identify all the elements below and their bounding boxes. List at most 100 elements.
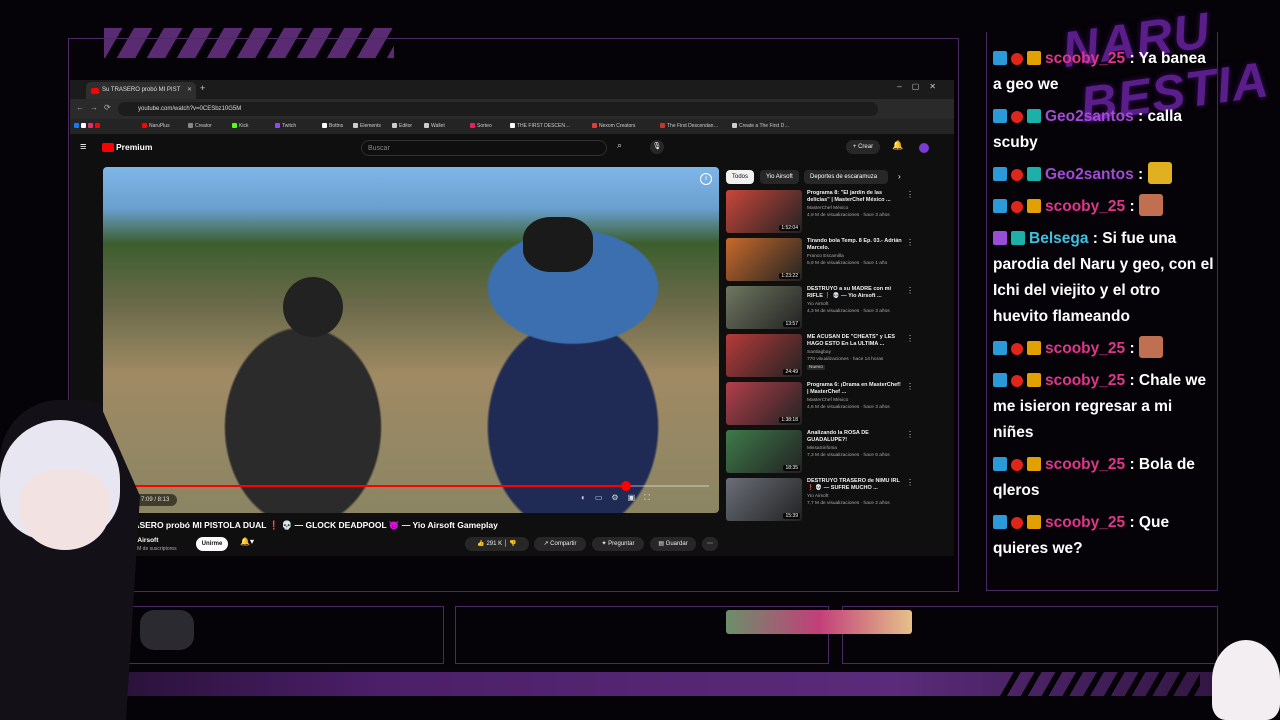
chat-username[interactable]: scooby_25 xyxy=(1045,514,1125,531)
recommended-meta: 4,3 M de visualizaciones · hace 3 años xyxy=(807,309,890,314)
chat-message: Belsega : Si fue una parodia del Naru y … xyxy=(993,230,1214,325)
bookmark-item[interactable]: Kick xyxy=(232,123,248,129)
gold-badge-icon xyxy=(1027,51,1041,65)
chip-skirmish[interactable]: Deportes de escaramuza xyxy=(804,170,888,184)
bookmark-item[interactable]: Create a The First D… xyxy=(732,123,789,129)
chat-username[interactable]: scooby_25 xyxy=(1045,340,1125,357)
chat-username[interactable]: Geo2santos xyxy=(1045,166,1134,183)
recommended-video[interactable]: 18:35 Analizando la ROSA DE GUADALUPE?! Mi… xyxy=(726,430,916,478)
recommended-meta: 7,3 M de visualizaciones · hace 6 años xyxy=(807,453,890,458)
recommended-title: DESTRUYO a su MADRE con mi RIFLE ❗ 💀 — Y… xyxy=(807,286,892,299)
chevron-right-icon[interactable]: › xyxy=(898,172,901,181)
bookmark-item[interactable]: Editor xyxy=(392,123,412,129)
recommended-title: Tirando bola Temp. 8 Ep. 03.- Adrián Mar… xyxy=(807,238,902,251)
video-player[interactable]: i ▶ 7:09 / 8:13 ◐▭⚙▣⛶ xyxy=(103,167,719,513)
chat-username[interactable]: scooby_25 xyxy=(1045,50,1125,67)
share-button[interactable]: ↗ Compartir xyxy=(534,537,586,551)
recommended-video[interactable]: 1:38:18 Programa 6: ¡Drama en MasterChef!… xyxy=(726,382,916,430)
nav-arrows-icon[interactable]: ←→⟳ xyxy=(76,103,117,112)
avatar[interactable] xyxy=(919,143,929,153)
player-controls-icons[interactable]: ◐▭⚙▣⛶ xyxy=(581,493,659,503)
recommended-video[interactable]: 13:57 DESTRUYO a su MADRE con mi RIFLE ❗ … xyxy=(726,286,916,334)
bookmark-item[interactable]: Wallet xyxy=(424,123,445,129)
recommended-video[interactable]: 24:49 ME ACUSAN DE "CHEATS" y LES HAGO ES… xyxy=(726,334,916,382)
gold-badge-icon xyxy=(1027,341,1041,355)
bookmark-item[interactable]: Elements xyxy=(353,123,381,129)
recommended-meta: 770 visualizaciones · hace 14 horas xyxy=(807,357,884,362)
bookmark-item[interactable]: The First Descendan… xyxy=(660,123,718,129)
chat-message: scooby_25 : xyxy=(993,194,1215,220)
video-thumbnail[interactable]: 1:23:22 xyxy=(726,238,802,281)
recommended-channel: MasterChef México xyxy=(807,206,849,211)
notifications-bell-icon[interactable]: 🔔 xyxy=(892,140,903,151)
more-options-icon[interactable]: ⋮ xyxy=(906,382,914,391)
create-button[interactable]: + Crear xyxy=(846,140,880,154)
blue-badge-icon xyxy=(993,515,1007,529)
chat-username[interactable]: scooby_25 xyxy=(1045,372,1125,389)
video-duration: 1:52:04 xyxy=(779,225,800,231)
subscribe-bell-icon[interactable]: 🔔▾ xyxy=(240,537,254,546)
video-thumbnail[interactable]: 15:39 xyxy=(726,478,802,521)
player-helmet-left xyxy=(283,277,343,337)
search-icon[interactable]: ⌕ xyxy=(617,140,622,151)
recommended-channel: Yio Airsoft xyxy=(807,494,829,499)
more-options-icon[interactable]: ⋮ xyxy=(906,190,914,199)
video-thumbnail[interactable]: 18:35 xyxy=(726,430,802,473)
shorts-thumbnails[interactable] xyxy=(726,610,912,634)
new-tab-icon[interactable]: + xyxy=(200,83,205,93)
recommended-title: ME ACUSAN DE "CHEATS" y LES HAGO ESTO En… xyxy=(807,334,896,347)
more-options-icon[interactable]: ⋮ xyxy=(906,478,914,487)
video-thumbnail[interactable]: 24:49 xyxy=(726,334,802,377)
bookmark-item[interactable]: NaruPlus xyxy=(142,123,170,129)
window-controls[interactable]: –▢✕ xyxy=(897,82,946,91)
bookmark-item[interactable]: Creator xyxy=(188,123,212,129)
recommended-title: DESTRUYO TRASERO de NIMU IRL ❗ 💀 — SUFRE… xyxy=(807,478,900,491)
ask-button[interactable]: ✦ Preguntar xyxy=(592,537,644,551)
more-options-icon[interactable]: ⋮ xyxy=(906,334,914,343)
chat-username[interactable]: scooby_25 xyxy=(1045,456,1125,473)
recommended-meta: 4,6 M de visualizaciones · hace 3 años xyxy=(807,405,890,410)
microphone-icon[interactable]: 🎙 xyxy=(650,140,664,154)
more-options-icon[interactable]: ⋮ xyxy=(906,238,914,247)
bookmark-item[interactable]: Nexom Creators xyxy=(592,123,635,129)
progress-bar[interactable] xyxy=(113,481,709,491)
menu-icon[interactable]: ≡ xyxy=(80,141,86,153)
video-thumbnail[interactable]: 13:57 xyxy=(726,286,802,329)
video-thumbnail[interactable]: 1:52:04 xyxy=(726,190,802,233)
like-button[interactable]: 👍 291 K │ 👎 xyxy=(465,537,529,551)
tab-title: Su TRASERO probó MI PIST xyxy=(102,87,181,93)
mascot-image xyxy=(1212,640,1280,720)
youtube-logo-icon[interactable] xyxy=(102,143,114,152)
chat-username[interactable]: Geo2santos xyxy=(1045,108,1134,125)
youtube-premium-logo[interactable]: Premium xyxy=(116,142,152,152)
search-input[interactable]: Buscar xyxy=(361,140,607,156)
url-text: youtube.com/watch?v=0CESbz10G5M xyxy=(138,106,242,112)
save-button[interactable]: ▤ Guardar xyxy=(650,537,696,551)
browser-tab[interactable]: Su TRASERO probó MI PIST ✕ xyxy=(86,82,196,99)
more-options-icon[interactable]: ⋮ xyxy=(906,430,914,439)
chip-channel[interactable]: Yio Airsoft xyxy=(760,170,799,184)
bookmark-item[interactable]: Bottns xyxy=(322,123,343,129)
recommended-video[interactable]: 15:39 DESTRUYO TRASERO de NIMU IRL ❗ 💀 — … xyxy=(726,478,916,526)
bookmark-item[interactable]: Sorteo xyxy=(470,123,492,129)
chat-username[interactable]: scooby_25 xyxy=(1045,198,1125,215)
bookmark-icons[interactable] xyxy=(74,123,102,129)
chat-message: scooby_25 : Bola de qleros xyxy=(993,456,1195,499)
close-tab-icon[interactable]: ✕ xyxy=(187,82,192,99)
bookmark-item[interactable]: THE FIRST DESCEN… xyxy=(510,123,570,129)
more-actions-icon[interactable]: ⋯ xyxy=(702,537,718,551)
info-icon[interactable]: i xyxy=(700,173,712,185)
recommended-video[interactable]: 1:23:22 Tirando bola Temp. 8 Ep. 03.- Adr… xyxy=(726,238,916,286)
cyan-badge-icon xyxy=(1027,109,1041,123)
new-badge: Nuevo xyxy=(807,365,825,370)
url-field[interactable]: youtube.com/watch?v=0CESbz10G5M xyxy=(118,102,878,116)
join-button[interactable]: Unirme xyxy=(196,537,228,551)
bookmark-item[interactable]: Twitch xyxy=(275,123,296,129)
video-thumbnail[interactable]: 1:38:18 xyxy=(726,382,802,425)
recommended-video[interactable]: 1:52:04 Programa 8: "El jardín de las del… xyxy=(726,190,916,238)
progress-scrubber[interactable] xyxy=(620,481,631,491)
video-duration: 15:39 xyxy=(783,513,800,519)
more-options-icon[interactable]: ⋮ xyxy=(906,286,914,295)
chip-all[interactable]: Todos xyxy=(726,170,755,184)
chat-username[interactable]: Belsega xyxy=(1029,230,1088,247)
